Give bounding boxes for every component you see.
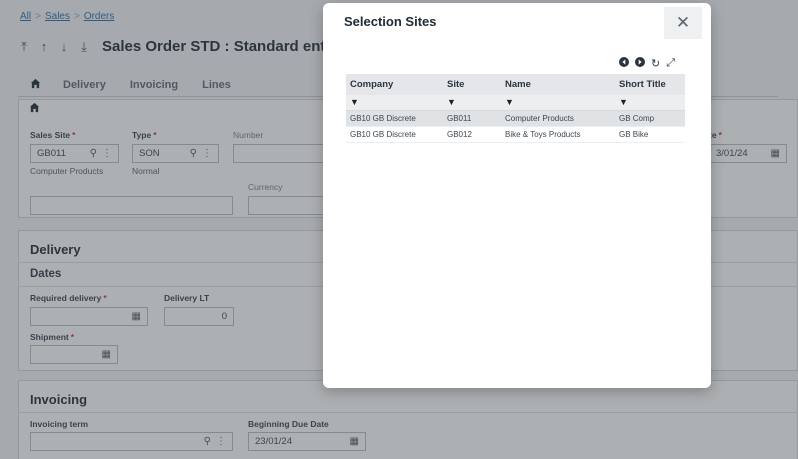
filter-icon[interactable]: ▼ <box>443 95 501 111</box>
close-icon: ✕ <box>675 13 691 32</box>
table-header-row: Company Site Name Short Title <box>346 74 685 95</box>
filter-row: ▼ ▼ ▼ ▼ <box>346 95 685 111</box>
refresh-icon[interactable]: ↻ <box>651 57 660 70</box>
column-header-company[interactable]: Company <box>346 74 443 95</box>
table-row[interactable]: GB10 GB Discrete GB011 Computer Products… <box>346 110 685 127</box>
grid-toolbar: ↻ ⤢ <box>619 57 675 70</box>
column-header-site[interactable]: Site <box>443 74 501 95</box>
sites-table: Company Site Name Short Title ▼ ▼ ▼ ▼ GB… <box>346 74 685 143</box>
arrow-left-circle-icon[interactable] <box>619 57 629 70</box>
column-header-name[interactable]: Name <box>501 74 615 95</box>
dialog-title: Selection Sites <box>344 14 437 29</box>
arrow-right-circle-icon[interactable] <box>635 57 645 70</box>
close-button[interactable]: ✕ <box>664 7 702 39</box>
filter-icon[interactable]: ▼ <box>501 95 615 111</box>
cell-name: Computer Products <box>501 110 615 127</box>
cell-site: GB011 <box>443 110 501 127</box>
cell-short-title: GB Bike <box>615 126 685 143</box>
cell-company: GB10 GB Discrete <box>346 126 443 143</box>
table-row[interactable]: GB10 GB Discrete GB012 Bike & Toys Produ… <box>346 126 685 143</box>
filter-icon[interactable]: ▼ <box>346 95 443 111</box>
selection-sites-dialog: Selection Sites ✕ ↻ ⤢ Company Site Name … <box>323 3 711 388</box>
cell-company: GB10 GB Discrete <box>346 110 443 127</box>
cell-name: Bike & Toys Products <box>501 126 615 143</box>
expand-icon[interactable]: ⤢ <box>666 57 675 70</box>
column-header-short-title[interactable]: Short Title <box>615 74 685 95</box>
filter-icon[interactable]: ▼ <box>615 95 685 111</box>
cell-short-title: GB Comp <box>615 110 685 127</box>
cell-site: GB012 <box>443 126 501 143</box>
